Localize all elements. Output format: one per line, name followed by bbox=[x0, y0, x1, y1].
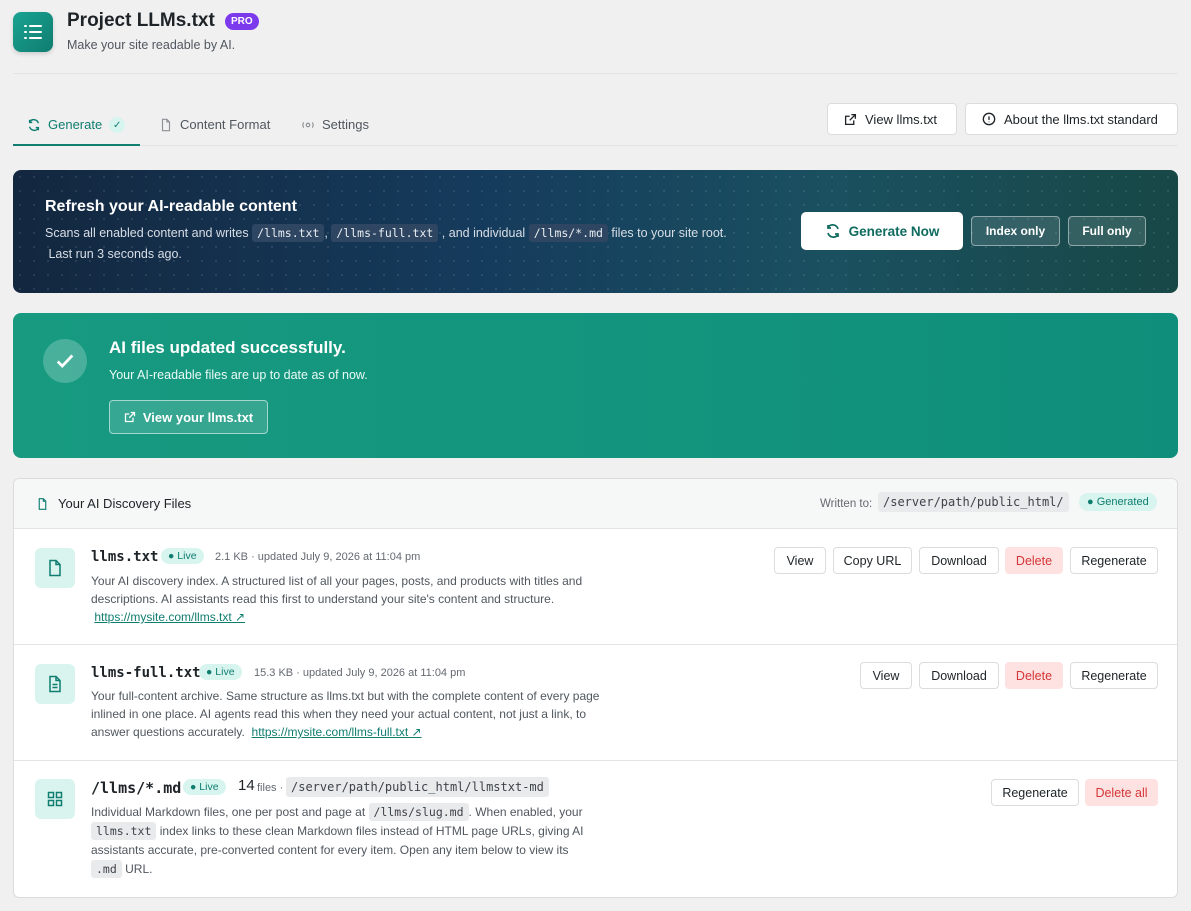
delete-all-button[interactable]: Delete all bbox=[1085, 779, 1158, 806]
file-name: llms-full.txt bbox=[91, 665, 201, 681]
generate-now-label: Generate Now bbox=[848, 223, 940, 239]
tab-label: Generate bbox=[48, 117, 103, 132]
about-standard-button[interactable]: About the llms.txt standard bbox=[965, 103, 1178, 135]
panel-header: Your AI Discovery Files Written to: /ser… bbox=[14, 479, 1177, 529]
code-chip: .md bbox=[91, 860, 122, 878]
file-count: 14 bbox=[238, 777, 255, 794]
desc-text: Scans all enabled content and writes bbox=[45, 226, 249, 240]
code-chip: /llms-full.txt bbox=[331, 224, 439, 242]
desc-text: , and individual bbox=[441, 226, 526, 240]
refresh-icon bbox=[28, 118, 40, 132]
live-text: Live bbox=[199, 781, 219, 793]
page-title: Project LLMs.txt bbox=[67, 10, 215, 31]
file-row-md: /llms/*.md ● Live 14 files · /server/pat… bbox=[14, 761, 1177, 897]
success-banner: AI files updated successfully. Your AI-r… bbox=[13, 313, 1178, 458]
copy-url-button[interactable]: Copy URL bbox=[833, 547, 912, 574]
view-your-llms-label: View your llms.txt bbox=[142, 409, 254, 425]
regenerate-button[interactable]: Regenerate bbox=[1070, 547, 1158, 574]
banner-title: Refresh your AI-readable content bbox=[45, 198, 297, 215]
success-title: AI files updated successfully. bbox=[109, 338, 346, 357]
live-badge: ● Live bbox=[183, 779, 226, 795]
view-button[interactable]: View bbox=[774, 547, 826, 574]
desc-text: Individual Markdown files, one per post … bbox=[91, 805, 366, 819]
tab-label: Settings bbox=[322, 117, 369, 132]
download-button[interactable]: Download bbox=[919, 662, 999, 689]
code-chip: /llms.txt bbox=[252, 224, 325, 242]
generate-now-button[interactable]: Generate Now bbox=[801, 212, 963, 250]
tab-settings[interactable]: Settings bbox=[301, 113, 369, 146]
live-badge: ● Live bbox=[199, 664, 242, 680]
file-meta: 2.1 KB · updated July 9, 2026 at 11:04 p… bbox=[215, 551, 421, 563]
file-description: Your full-content archive. Same structur… bbox=[91, 687, 619, 741]
view-your-llms-button[interactable]: View your llms.txt bbox=[109, 400, 268, 434]
file-description: Your AI discovery index. A structured li… bbox=[91, 572, 596, 626]
download-button[interactable]: Download bbox=[919, 547, 999, 574]
code-chip: /llms/*.md bbox=[528, 224, 608, 242]
panel-title-text: Your AI Discovery Files bbox=[58, 496, 192, 511]
banner-description: Scans all enabled content and writes /ll… bbox=[45, 223, 785, 265]
document-text-icon bbox=[35, 664, 75, 704]
last-run-text: Last run 3 seconds ago. bbox=[48, 247, 182, 261]
file-row-llms-full: llms-full.txt ● Live 15.3 KB · updated J… bbox=[14, 645, 1177, 761]
desc-text: files to your site root. bbox=[611, 226, 727, 240]
grid-icon bbox=[35, 779, 75, 819]
regenerate-button[interactable]: Regenerate bbox=[1070, 662, 1158, 689]
live-badge: ● Live bbox=[161, 548, 204, 564]
refresh-icon bbox=[826, 224, 839, 238]
file-link[interactable]: https://mysite.com/llms.txt ↗ bbox=[94, 610, 245, 624]
info-icon bbox=[982, 112, 996, 126]
about-label: About the llms.txt standard bbox=[1004, 111, 1158, 127]
pro-badge: PRO bbox=[225, 13, 259, 30]
tab-bar: Generate ✓ Content Format Settings View … bbox=[13, 103, 1178, 146]
view-llms-button[interactable]: View llms.txt bbox=[827, 103, 957, 135]
external-link-icon bbox=[844, 113, 857, 125]
check-icon: ✓ bbox=[109, 117, 126, 133]
discovery-files-panel: Your AI Discovery Files Written to: /ser… bbox=[13, 478, 1178, 898]
document-icon bbox=[38, 497, 47, 510]
regenerate-button[interactable]: Regenerate bbox=[991, 779, 1079, 806]
file-row-llms: llms.txt ● Live 2.1 KB · updated July 9,… bbox=[14, 529, 1177, 645]
document-icon bbox=[161, 118, 171, 132]
desc-text: index links to these clean Markdown file… bbox=[91, 824, 584, 857]
status-text: Generated bbox=[1096, 496, 1149, 508]
tab-generate[interactable]: Generate ✓ bbox=[13, 113, 140, 146]
refresh-banner: Refresh your AI-readable content Scans a… bbox=[13, 170, 1178, 293]
list-icon bbox=[13, 12, 53, 52]
md-output-path: /server/path/public_html/llmstxt-md bbox=[286, 777, 549, 797]
status-badge: ● Generated bbox=[1079, 493, 1157, 511]
desc-text: URL. bbox=[125, 862, 153, 876]
tab-label: Content Format bbox=[180, 117, 271, 132]
file-count-label: files · bbox=[257, 782, 284, 794]
index-only-button[interactable]: Index only bbox=[971, 216, 1060, 246]
file-name: llms.txt bbox=[91, 549, 159, 565]
live-text: Live bbox=[177, 550, 197, 562]
external-link-icon bbox=[124, 411, 135, 423]
code-chip: llms.txt bbox=[91, 822, 157, 840]
file-meta: 15.3 KB · updated July 9, 2026 at 11:04 … bbox=[254, 667, 466, 679]
file-name: /llms/*.md bbox=[91, 779, 182, 797]
success-message: Your AI-readable files are up to date as… bbox=[109, 368, 368, 382]
desc-text: . When enabled, your bbox=[468, 805, 583, 819]
delete-button[interactable]: Delete bbox=[1005, 662, 1063, 689]
code-chip: /llms/slug.md bbox=[368, 803, 469, 821]
desc-text: , bbox=[324, 226, 328, 240]
page-subtitle: Make your site readable by AI. bbox=[67, 38, 236, 52]
check-icon bbox=[43, 339, 87, 383]
delete-button[interactable]: Delete bbox=[1005, 547, 1063, 574]
live-text: Live bbox=[215, 666, 235, 678]
file-link[interactable]: https://mysite.com/llms-full.txt ↗ bbox=[252, 725, 422, 739]
full-only-button[interactable]: Full only bbox=[1068, 216, 1146, 246]
written-to-label: Written to: bbox=[820, 498, 873, 510]
panel-title: Your AI Discovery Files bbox=[36, 496, 191, 511]
file-description: Individual Markdown files, one per post … bbox=[91, 803, 601, 879]
page-header: Project LLMs.txt PRO Make your site read… bbox=[13, 10, 1178, 74]
output-path: /server/path/public_html/ bbox=[878, 492, 1069, 512]
tab-content-format[interactable]: Content Format bbox=[159, 113, 270, 146]
view-button[interactable]: View bbox=[860, 662, 912, 689]
view-llms-label: View llms.txt bbox=[865, 111, 937, 127]
gear-icon bbox=[302, 122, 314, 128]
desc-text: Your AI discovery index. A structured li… bbox=[91, 574, 583, 606]
document-icon bbox=[35, 548, 75, 588]
